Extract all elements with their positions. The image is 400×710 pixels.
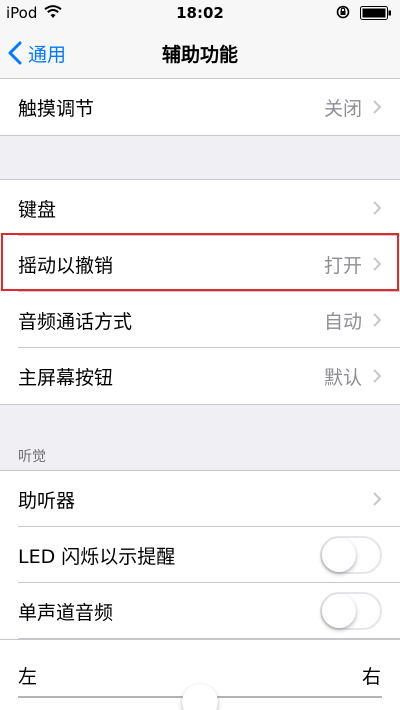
hearing-aids-label: 助听器: [18, 489, 76, 512]
chevron-right-icon: [373, 369, 382, 383]
shake-undo-label: 摇动以撤销: [18, 254, 114, 277]
shake-undo-value: 打开: [323, 254, 362, 277]
row-led-flash: LED 闪烁以示提醒: [0, 527, 400, 583]
call-audio-value: 自动: [323, 310, 362, 333]
row-mono-audio: 单声道音频: [0, 583, 400, 639]
chevron-right-icon: [373, 257, 382, 271]
status-bar: iPod 18:02: [0, 0, 400, 26]
row-call-audio[interactable]: 音频通话方式 自动: [0, 292, 400, 348]
touch-adjust-label: 触摸调节: [18, 97, 95, 120]
balance-slider-thumb[interactable]: [182, 684, 218, 710]
battery-icon: [360, 6, 391, 20]
navigation-bar: 通用 辅助功能: [0, 26, 400, 80]
mono-audio-label: 单声道音频: [18, 601, 114, 624]
mono-audio-toggle[interactable]: [320, 592, 382, 630]
home-button-label: 主屏幕按钮: [18, 366, 114, 389]
toggle-knob: [322, 538, 356, 572]
touch-adjust-value: 关闭: [323, 97, 362, 120]
call-audio-label: 音频通话方式: [18, 310, 133, 333]
group-hearing: 助听器 LED 闪烁以示提醒 单声道音频: [0, 470, 400, 640]
home-button-value: 默认: [323, 366, 362, 389]
chevron-right-icon: [373, 201, 382, 215]
row-home-button[interactable]: 主屏幕按钮 默认: [0, 348, 400, 404]
row-shake-undo[interactable]: 摇动以撤销 打开: [0, 236, 400, 292]
row-touch-adjust[interactable]: 触摸调节 关闭: [0, 79, 400, 135]
balance-slider-row: 左 右: [0, 640, 400, 710]
chevron-right-icon: [373, 492, 382, 506]
toggle-knob: [322, 594, 356, 628]
keyboard-label: 键盘: [18, 198, 57, 221]
row-keyboard[interactable]: 键盘: [0, 180, 400, 236]
section-header-hearing: 听觉: [18, 449, 46, 465]
group-touch: 触摸调节 关闭: [0, 78, 400, 136]
balance-left-label: 左: [18, 666, 38, 688]
led-flash-toggle[interactable]: [320, 536, 382, 574]
balance-right-label: 右: [362, 666, 382, 688]
group-interaction: 键盘 摇动以撤销 打开 音频通话方式 自动 主屏幕按钮 默认: [0, 179, 400, 405]
row-hearing-aids[interactable]: 助听器: [0, 471, 400, 527]
chevron-right-icon: [373, 313, 382, 327]
chevron-right-icon: [373, 100, 382, 114]
rotation-lock-icon: [336, 5, 350, 19]
led-flash-label: LED 闪烁以示提醒: [18, 545, 176, 568]
page-title: 辅助功能: [161, 44, 238, 66]
row-divider: [18, 638, 400, 639]
